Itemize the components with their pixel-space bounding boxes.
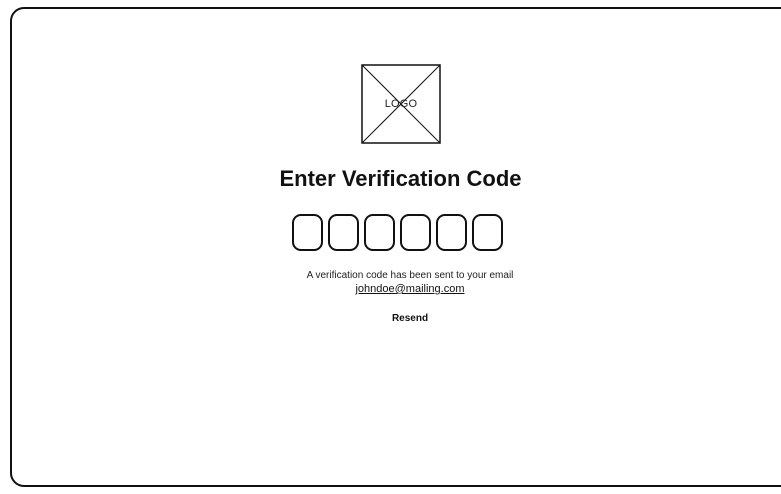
code-digit-input-6[interactable] — [472, 214, 503, 251]
email-row: johndoe@mailing.com — [0, 283, 781, 296]
verification-message: A verification code has been sent to you… — [306, 270, 514, 281]
logo-label: LOGO — [384, 98, 418, 110]
page-title: Enter Verification Code — [279, 166, 522, 191]
resend-button[interactable]: Resend — [392, 313, 428, 324]
code-digit-input-5[interactable] — [436, 214, 467, 251]
code-digit-input-4[interactable] — [400, 214, 431, 251]
email-link[interactable]: johndoe@mailing.com — [355, 283, 464, 295]
resend-row: Resend — [0, 313, 781, 324]
code-digit-input-2[interactable] — [328, 214, 359, 251]
code-digit-input-1[interactable] — [292, 214, 323, 251]
verification-code-inputs — [292, 214, 503, 252]
logo-placeholder: LOGO — [361, 64, 441, 144]
code-digit-input-3[interactable] — [364, 214, 395, 251]
